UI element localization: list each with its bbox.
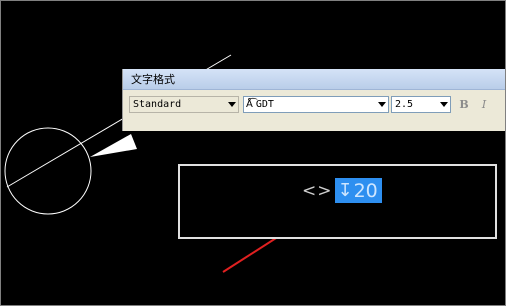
chevron-down-icon[interactable] bbox=[378, 101, 386, 107]
drawing-canvas[interactable] bbox=[1, 1, 506, 306]
truetype-font-icon: Å͡ bbox=[246, 98, 253, 110]
selected-value: 20 bbox=[353, 179, 378, 202]
toolbar-controls-row: Standard Å͡ GDT 2.5 B I bbox=[129, 95, 491, 113]
cad-viewport[interactable]: 文字格式 Standard Å͡ GDT 2.5 B I <> ↧ 20 bbox=[0, 0, 506, 306]
depth-symbol-icon: ↧ bbox=[337, 180, 353, 201]
font-name-value: GDT bbox=[255, 98, 274, 110]
toolbar-title: 文字格式 bbox=[131, 73, 175, 86]
leader-arrowhead bbox=[90, 134, 137, 157]
chevron-down-icon[interactable] bbox=[228, 101, 236, 107]
dimension-text[interactable]: <> ↧ 20 bbox=[302, 178, 382, 203]
font-dropdown[interactable]: Å͡ GDT bbox=[243, 95, 389, 113]
text-height-value: 2.5 bbox=[395, 98, 414, 110]
mtext-editor-box[interactable]: <> ↧ 20 bbox=[178, 164, 497, 239]
selected-text[interactable]: ↧ 20 bbox=[334, 178, 382, 203]
italic-button[interactable]: I bbox=[477, 96, 491, 112]
bold-button[interactable]: B bbox=[457, 96, 471, 112]
text-style-dropdown[interactable]: Standard bbox=[129, 95, 239, 113]
toolbar-titlebar[interactable]: 文字格式 bbox=[123, 69, 505, 90]
text-style-value: Standard bbox=[133, 98, 182, 110]
measurement-placeholder[interactable]: <> bbox=[302, 181, 333, 201]
drawn-circle bbox=[4, 127, 92, 215]
text-formatting-toolbar: 文字格式 Standard Å͡ GDT 2.5 B I bbox=[122, 69, 505, 131]
text-height-dropdown[interactable]: 2.5 bbox=[391, 95, 451, 113]
chevron-down-icon[interactable] bbox=[440, 101, 448, 107]
